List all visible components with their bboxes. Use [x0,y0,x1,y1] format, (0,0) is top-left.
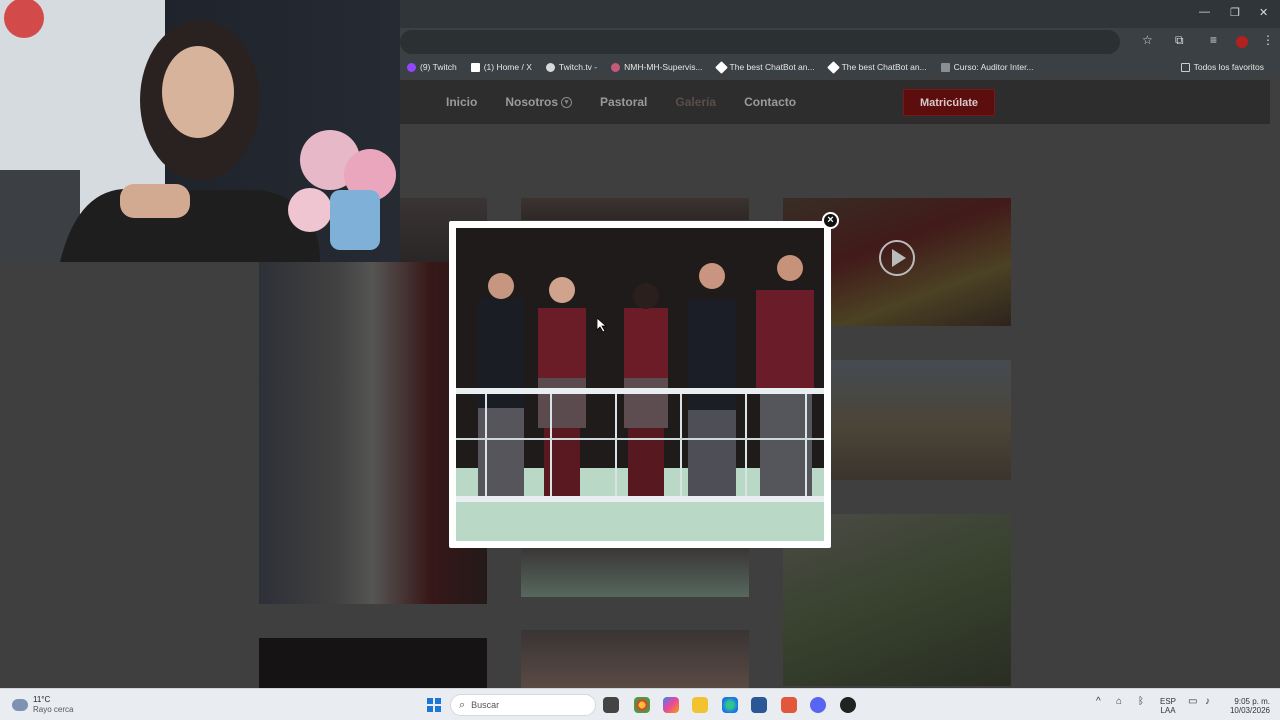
menu-icon[interactable]: ⋮ [1262,33,1274,47]
windows-taskbar: 11°C Rayo cerca ⌕ Buscar ^ ⌂ ᛒ ESP LAA ▭… [0,688,1280,720]
clock[interactable]: 9:05 p. m. 10/03/2026 [1224,697,1270,715]
nmh-icon [611,62,621,72]
discord-icon[interactable] [810,697,826,713]
profile-avatar[interactable] [1236,36,1248,48]
weather-text: Rayo cerca [33,705,74,714]
close-window-icon[interactable]: ✕ [1259,6,1268,19]
site-navbar: Inicio Nosotros ▾ Pastoral Galería Contac… [400,80,1270,124]
volume-icon[interactable]: ♪ [1205,697,1210,707]
edge-icon[interactable] [722,697,738,713]
bookmarks-bar: (9) Twitch (1) Home / X Twitch.tv - NMH-… [400,56,1280,78]
nav-galeria[interactable]: Galería [675,95,716,109]
weather-widget[interactable]: 11°C Rayo cerca [12,695,73,715]
chatbot-icon [714,60,728,74]
twitch-tv-icon [545,62,555,72]
display-icon[interactable]: ▭ [1188,697,1197,707]
x-icon [470,62,480,72]
minimize-icon[interactable]: — [1199,6,1210,18]
webcam-overlay [0,0,400,262]
chevron-down-icon: ▾ [561,96,573,108]
streamer-camera-image [0,0,396,262]
file-explorer-icon[interactable] [692,697,708,713]
search-placeholder: Buscar [471,700,500,710]
folder-icon [1180,62,1190,72]
play-icon [879,240,915,276]
clock-time: 9:05 p. m. [1234,697,1270,706]
language-bottom: LAA [1160,706,1176,715]
clock-date: 10/03/2026 [1229,706,1270,715]
lightbox-close-button[interactable]: × [822,212,839,229]
chatbot-icon [826,60,840,74]
bookmark-item[interactable]: Curso: Auditor Inter... [934,62,1041,72]
copilot-icon[interactable] [663,697,679,713]
chrome-icon[interactable] [634,697,650,713]
course-icon [940,62,950,72]
bookmark-item[interactable]: Twitch.tv - [539,62,604,72]
language-top: ESP [1160,697,1177,706]
extensions-icon[interactable]: ⧉ [1175,33,1184,48]
students-photo [456,228,824,541]
gallery-thumbnail[interactable] [259,638,487,688]
language-indicator[interactable]: ESP LAA [1160,697,1176,715]
bookmark-item[interactable]: (9) Twitch [400,62,464,72]
brave-icon[interactable] [781,697,797,713]
lightbox-image [456,228,824,541]
bookmark-item[interactable]: The best ChatBot an... [822,60,934,74]
windows-start-icon[interactable] [427,698,441,712]
media-icon[interactable]: ≡ [1210,33,1217,47]
store-icon[interactable] [751,697,767,713]
nav-contacto[interactable]: Contacto [744,95,796,109]
address-bar[interactable] [400,30,1120,54]
enroll-button[interactable]: Matricúlate [903,89,995,116]
twitch-icon [407,62,416,72]
star-icon[interactable]: ☆ [1142,33,1153,47]
gallery-thumbnail[interactable] [521,198,749,220]
restore-icon[interactable]: ❐ [1230,6,1240,19]
network-icon[interactable]: ⌂ [1116,697,1122,707]
bluetooth-icon[interactable]: ᛒ [1138,697,1144,707]
gallery-thumbnail[interactable] [521,630,749,688]
nav-nosotros-label: Nosotros [505,95,559,109]
nav-inicio[interactable]: Inicio [446,95,477,109]
chevron-up-icon[interactable]: ^ [1096,697,1101,707]
nav-nosotros[interactable]: Nosotros ▾ [505,95,573,109]
weather-temp: 11°C [33,695,51,704]
taskbar-search[interactable]: ⌕ Buscar [450,694,596,716]
nav-pastoral[interactable]: Pastoral [600,95,647,109]
obs-icon[interactable] [840,697,856,713]
task-view-icon[interactable] [603,697,619,713]
gallery-thumbnail[interactable] [521,548,749,597]
image-lightbox [449,221,831,548]
bookmark-item[interactable]: The best ChatBot an... [710,60,822,74]
storm-cloud-icon [12,699,28,711]
bookmark-item[interactable]: NMH-MH-Supervis... [604,62,709,72]
mouse-cursor-icon [597,318,607,332]
search-icon: ⌕ [459,698,466,711]
bookmark-item[interactable]: (1) Home / X [464,62,539,72]
all-bookmarks[interactable]: Todos los favoritos [1174,56,1271,78]
